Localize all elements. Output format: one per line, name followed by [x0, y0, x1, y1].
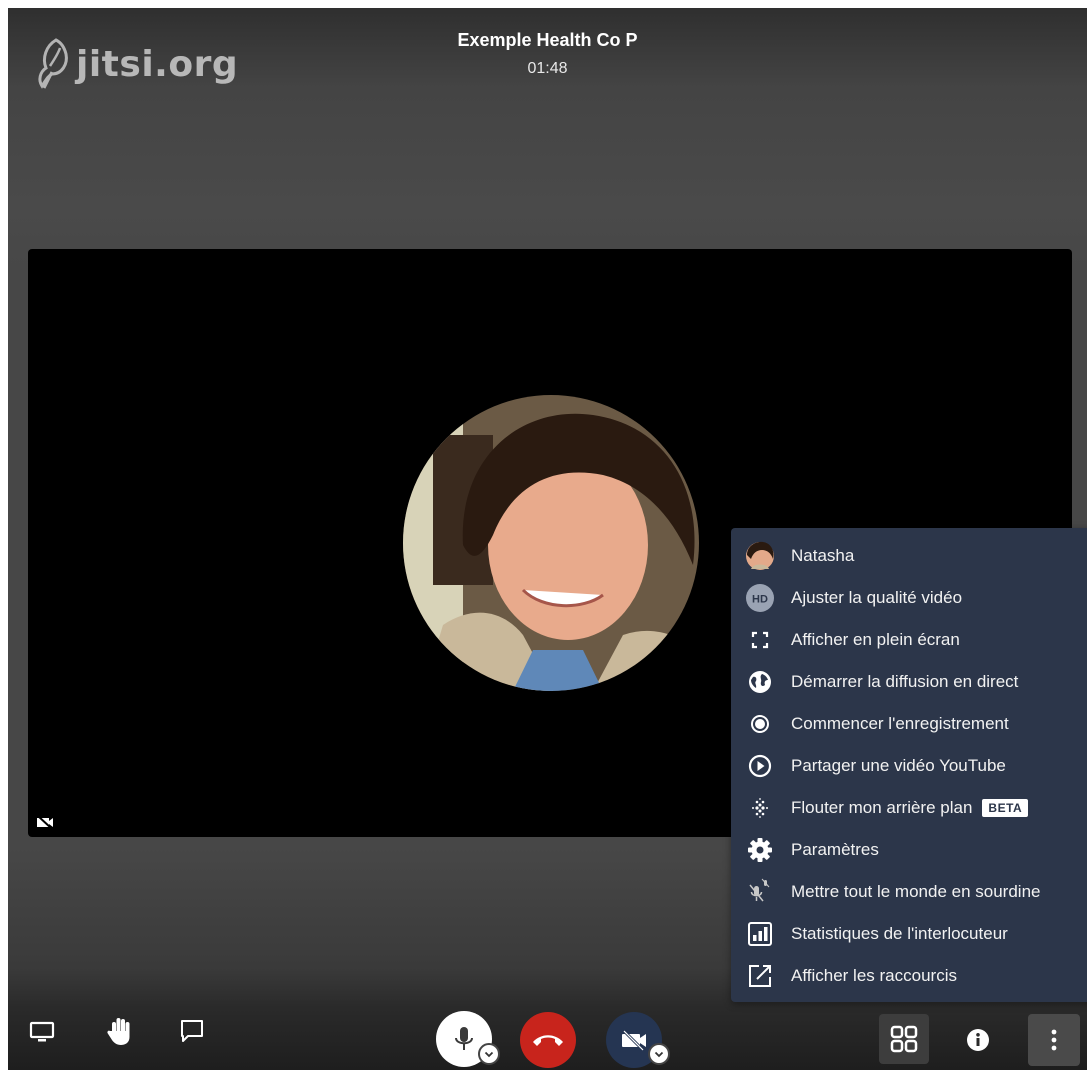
hangup-icon: [533, 1035, 563, 1046]
chat-button[interactable]: [176, 1014, 208, 1048]
hangup-button[interactable]: [520, 1012, 576, 1068]
participant-avatar: [403, 395, 699, 691]
blur-icon: [745, 793, 779, 823]
menu-item-shortcuts[interactable]: Afficher les raccourcis: [731, 955, 1087, 997]
screenshare-button[interactable]: [26, 1016, 58, 1048]
raise-hand-button[interactable]: [102, 1012, 138, 1050]
menu-item-label: Mettre tout le monde en sourdine: [791, 882, 1041, 901]
shortcuts-icon: [745, 961, 779, 991]
user-avatar-icon: [745, 541, 779, 571]
chat-icon: [181, 1020, 203, 1042]
camera-off-icon: [622, 1029, 646, 1052]
play-circle-icon: [745, 751, 779, 781]
more-vertical-icon: [1051, 1029, 1057, 1051]
video-off-icon: [37, 815, 53, 829]
video-settings-arrow[interactable]: [648, 1043, 670, 1065]
menu-item-label: Flouter mon arrière plan: [791, 798, 973, 817]
chevron-down-icon: [654, 1051, 664, 1058]
globe-icon: [745, 667, 779, 697]
menu-item-label: Statistiques de l'interlocuteur: [791, 924, 1008, 943]
menu-item-fullscreen[interactable]: Afficher en plein écran: [731, 619, 1087, 661]
info-button[interactable]: [962, 1024, 994, 1056]
fullscreen-icon: [745, 625, 779, 655]
desktop-icon: [29, 1021, 55, 1042]
menu-item-livestream[interactable]: Démarrer la diffusion en direct: [731, 661, 1087, 703]
menu-item-label: Paramètres: [791, 840, 879, 859]
mute-everyone-icon: [745, 877, 779, 907]
chevron-down-icon: [484, 1051, 494, 1058]
menu-item-youtube[interactable]: Partager une vidéo YouTube: [731, 745, 1087, 787]
menu-item-label: Démarrer la diffusion en direct: [791, 672, 1019, 691]
menu-item-video-quality[interactable]: HD Ajuster la qualité vidéo: [731, 577, 1087, 619]
svg-text:HD: HD: [752, 594, 768, 606]
hd-icon: HD: [745, 583, 779, 613]
record-icon: [745, 709, 779, 739]
menu-item-recording[interactable]: Commencer l'enregistrement: [731, 703, 1087, 745]
more-actions-button[interactable]: [1028, 1014, 1080, 1066]
menu-item-mute-everyone[interactable]: Mettre tout le monde en sourdine: [731, 871, 1087, 913]
overflow-menu: Natasha HD Ajuster la qualité vidéo Affi…: [731, 528, 1087, 1002]
microphone-icon: [455, 1027, 473, 1050]
gear-icon: [745, 835, 779, 865]
menu-item-profile[interactable]: Natasha: [731, 535, 1087, 577]
meeting-timer: 01:48: [527, 60, 568, 77]
camera-off-indicator: [36, 815, 54, 834]
menu-item-label: Afficher en plein écran: [791, 630, 960, 649]
audio-settings-arrow[interactable]: [478, 1043, 500, 1065]
info-icon: [967, 1029, 989, 1051]
hand-icon: [107, 1018, 130, 1045]
menu-item-speaker-stats[interactable]: Statistiques de l'interlocuteur: [731, 913, 1087, 955]
beta-badge: BETA: [982, 799, 1029, 817]
menu-item-label: Commencer l'enregistrement: [791, 714, 1009, 733]
menu-item-settings[interactable]: Paramètres: [731, 829, 1087, 871]
menu-item-label: Natasha: [791, 546, 855, 565]
tile-view-icon: [890, 1025, 918, 1053]
meeting-title: Exemple Health Co P: [457, 30, 638, 50]
menu-item-label: Ajuster la qualité vidéo: [791, 588, 963, 607]
menu-item-label: Afficher les raccourcis: [791, 966, 957, 985]
stats-icon: [745, 919, 779, 949]
tile-view-button[interactable]: [879, 1014, 929, 1064]
conference-stage: jitsi.org Exemple Health Co P 01:48 Nata…: [8, 8, 1087, 1070]
menu-item-label: Partager une vidéo YouTube: [791, 756, 1006, 775]
menu-item-blur[interactable]: Flouter mon arrière plan BETA: [731, 787, 1087, 829]
